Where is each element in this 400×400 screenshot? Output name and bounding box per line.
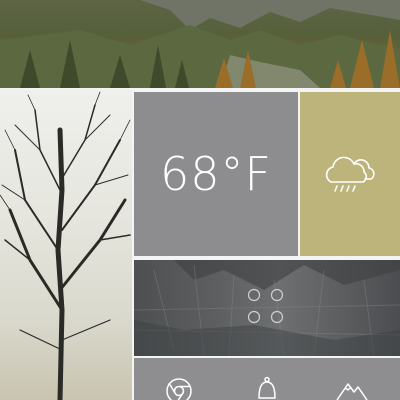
bare-tree-photo [0, 90, 132, 400]
mountain-icon[interactable] [334, 376, 368, 400]
bell-icon[interactable] [252, 376, 282, 400]
four-dots-grid-icon[interactable] [244, 287, 290, 327]
temperature-tile[interactable]: 68°F [134, 92, 298, 256]
header-landscape-photo [0, 0, 400, 88]
weather-tile[interactable] [300, 92, 400, 256]
cloud-rain-icon [325, 156, 375, 192]
app-shortcuts-row [134, 358, 400, 400]
chrome-icon[interactable] [164, 376, 194, 400]
temperature-value: 68°F [160, 147, 272, 201]
